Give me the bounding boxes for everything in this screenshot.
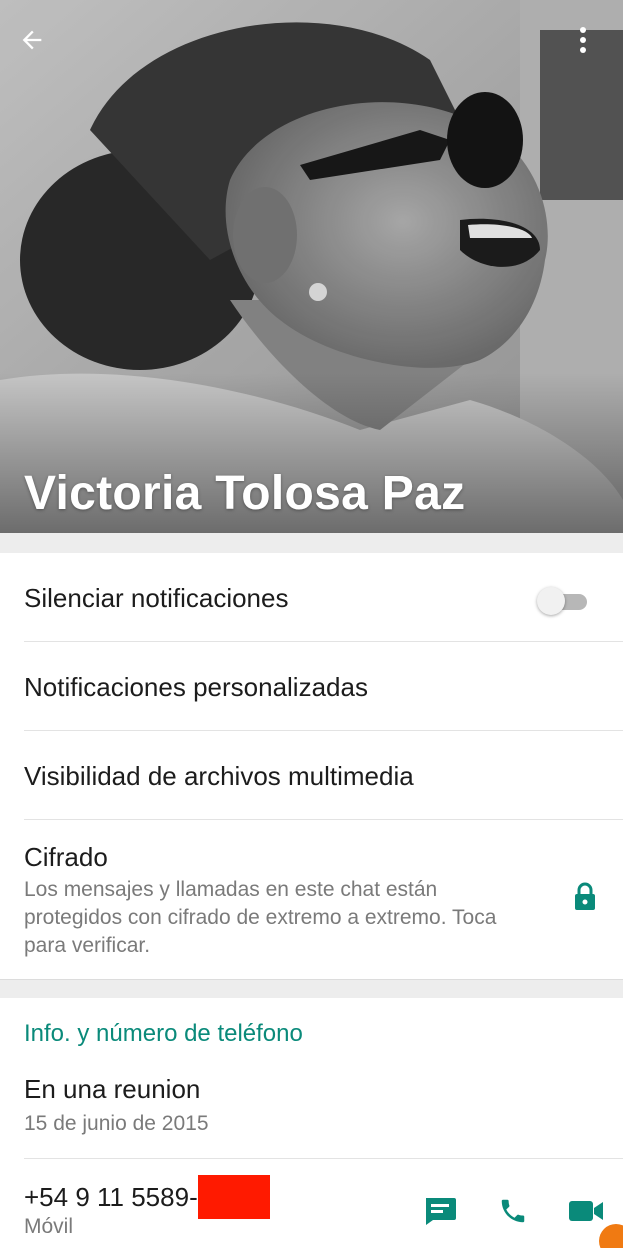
back-button[interactable] bbox=[18, 26, 64, 66]
video-call-icon bbox=[569, 1201, 603, 1221]
more-options-button[interactable] bbox=[579, 26, 609, 66]
toggle-thumb bbox=[537, 587, 565, 615]
phone-type: Móvil bbox=[24, 1215, 74, 1238]
media-visibility-row[interactable]: Visibilidad de archivos multimedia bbox=[0, 731, 623, 819]
lock-icon bbox=[575, 882, 595, 910]
about-text: En una reunion bbox=[24, 1074, 201, 1104]
mute-notifications-label: Silenciar notificaciones bbox=[24, 583, 289, 613]
profile-photo-header[interactable]: Victoria Tolosa Paz bbox=[0, 0, 623, 533]
phone-call-icon bbox=[501, 1199, 525, 1223]
arrow-left-icon bbox=[22, 30, 42, 50]
redaction-box bbox=[197, 1175, 270, 1219]
encryption-row[interactable]: Cifrado Los mensajes y llamadas en este … bbox=[0, 820, 623, 980]
settings-card: Silenciar notificaciones Notificaciones … bbox=[0, 553, 623, 980]
phone-number: +54 9 11 5589- bbox=[24, 1175, 270, 1219]
encryption-title: Cifrado bbox=[24, 842, 108, 872]
contact-name: Victoria Tolosa Paz bbox=[24, 467, 466, 520]
phone-row[interactable]: +54 9 11 5589- Móvil bbox=[0, 1159, 623, 1248]
message-icon bbox=[426, 1198, 456, 1225]
video-call-button[interactable] bbox=[566, 1191, 606, 1231]
custom-notifications-label: Notificaciones personalizadas bbox=[24, 672, 368, 702]
section-title: Info. y número de teléfono bbox=[24, 1020, 303, 1047]
phone-number-text: +54 9 11 5589- bbox=[24, 1181, 198, 1212]
contact-info-screen: Victoria Tolosa Paz Silenciar notificaci… bbox=[0, 0, 623, 1248]
mute-notifications-row[interactable]: Silenciar notificaciones bbox=[0, 553, 623, 641]
media-visibility-label: Visibilidad de archivos multimedia bbox=[24, 761, 414, 791]
custom-notifications-row[interactable]: Notificaciones personalizadas bbox=[0, 642, 623, 730]
encryption-description: Los mensajes y llamadas en este chat est… bbox=[24, 878, 497, 957]
info-card: Info. y número de teléfono En una reunio… bbox=[0, 998, 623, 1248]
mute-notifications-toggle[interactable] bbox=[537, 587, 587, 615]
about-date: 15 de junio de 2015 bbox=[24, 1112, 209, 1135]
about-row[interactable]: En una reunion 15 de junio de 2015 bbox=[0, 1058, 623, 1158]
message-button[interactable] bbox=[420, 1191, 460, 1231]
more-vertical-icon bbox=[580, 27, 586, 53]
voice-call-button[interactable] bbox=[493, 1191, 533, 1231]
